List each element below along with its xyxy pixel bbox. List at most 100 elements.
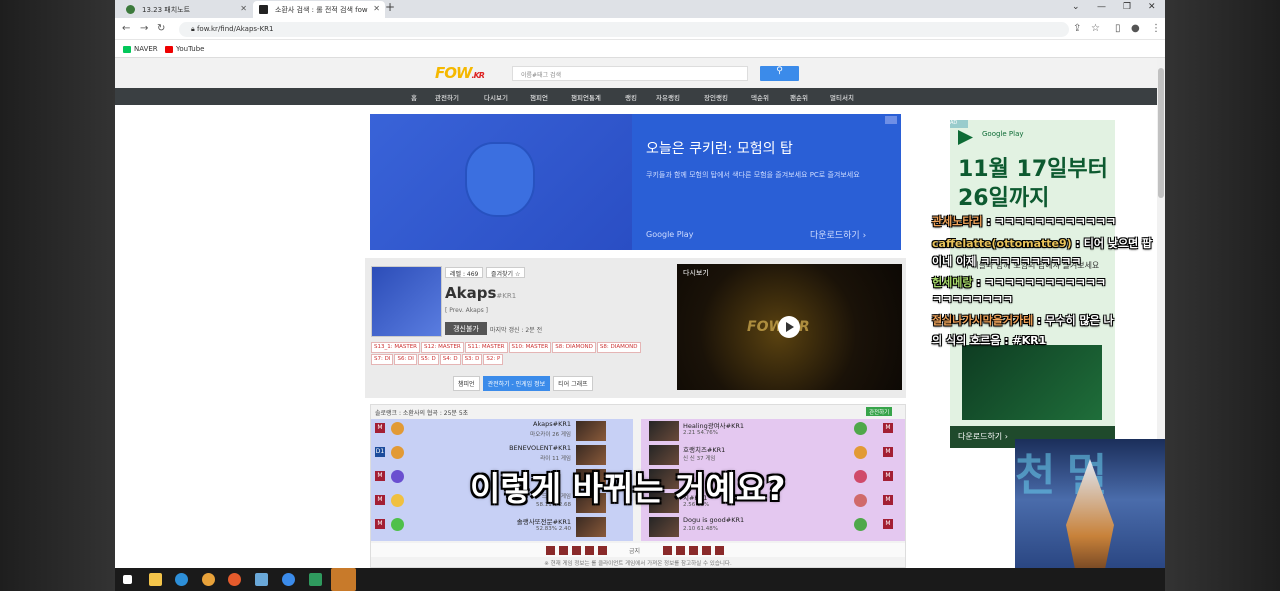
menu-master-ranking[interactable]: 장인랭킹 (704, 92, 728, 102)
tab-fow-search[interactable]: 소환사 검색 : 롤 전적 검색 fow ✕ (253, 1, 385, 18)
bookmark-star-icon[interactable]: ☆ (1091, 23, 1100, 34)
summoner-profile: 레벨 : 469 즐겨찾기 ☆ Akaps#KR1 [ Prev. Akaps … (365, 258, 906, 398)
youtube-icon (165, 45, 173, 53)
ban-champion-icon (585, 546, 594, 555)
share-icon[interactable]: ⇪ (1073, 23, 1081, 34)
menu-champions[interactable]: 챔피언 (530, 92, 548, 102)
player-row[interactable]: M Akaps#KR1 마오카이 26 게임 (371, 419, 633, 443)
menu-multisearch[interactable]: 멀티서치 (830, 92, 854, 102)
sidebar-icon[interactable]: ▯ (1115, 23, 1121, 34)
minimize-icon[interactable]: — (1097, 2, 1106, 12)
forward-icon[interactable]: → (140, 23, 148, 34)
ad-close-icon[interactable]: AD (950, 120, 968, 128)
menu-kebab-icon[interactable]: ⋮ (1151, 23, 1161, 34)
menu-champion-stats[interactable]: 챔피언통계 (571, 92, 601, 102)
file-explorer-icon[interactable] (149, 573, 162, 586)
player-stat: 라이 11 게임 (540, 456, 571, 462)
last-update: 마지막 갱신 : 2분 전 (490, 327, 543, 334)
champion-icon (854, 470, 867, 483)
tab-search-icon[interactable]: ⌄ (1072, 2, 1080, 12)
scrollbar-thumb[interactable] (1158, 68, 1164, 198)
new-tab-icon[interactable]: + (385, 0, 395, 14)
rank-badge: M (375, 471, 385, 481)
rank-badge: D1 (375, 447, 385, 457)
champion-icon (391, 470, 404, 483)
champion-icon (391, 422, 404, 435)
edge-icon[interactable] (175, 573, 188, 586)
season-tier: S5: D (417, 354, 439, 365)
rank-badge: M (883, 519, 893, 529)
screen: 13.23 패치노트 ✕ 소환사 검색 : 롤 전적 검색 fow ✕ + ⌄ … (0, 0, 1280, 591)
bookmark-youtube[interactable]: YouTube (165, 45, 204, 53)
url-field[interactable]: 🔒︎ fow.kr/find/Akaps-KR1 (179, 22, 1069, 37)
profile-icon[interactable]: ● (1131, 23, 1140, 34)
close-tab-icon[interactable]: ✕ (240, 4, 247, 13)
ban-row: 금지 (371, 543, 905, 557)
restore-icon[interactable]: ❐ (1123, 2, 1131, 12)
tab-patch-notes[interactable]: 13.23 패치노트 ✕ (120, 1, 252, 18)
menu-fan-ranking[interactable]: 팬순위 (790, 92, 808, 102)
chrome-icon[interactable] (202, 573, 215, 586)
search-button[interactable]: ⚲ (760, 66, 799, 81)
ad-choices-icon[interactable] (885, 116, 897, 124)
ban-champion-icon (715, 546, 724, 555)
firefox-icon[interactable] (228, 573, 241, 586)
tab-tier-graph[interactable]: 티어 그래프 (553, 376, 593, 391)
champion-portrait (649, 517, 679, 537)
champion-icon (391, 518, 404, 531)
player-name: Akaps#KR1 (533, 420, 571, 428)
ban-champion-icon (572, 546, 581, 555)
close-window-icon[interactable]: ✕ (1148, 2, 1156, 12)
top-banner-ad[interactable]: 오늘은 쿠키런: 모험의 탑 쿠키들과 함께 모험의 탑에서 색다른 모험을 즐… (370, 114, 901, 250)
season-tier: S11: MASTER (464, 342, 508, 353)
ban-champion-icon (676, 546, 685, 555)
site-logo[interactable]: FOW.KR (435, 64, 485, 82)
player-row[interactable]: M 솔랭사또전문#KR1 52.83% 2.40 (371, 515, 633, 539)
favorite-button[interactable]: 즐겨찾기 ☆ (486, 267, 526, 278)
season-tier: S3: D (461, 354, 483, 365)
season-tier: S13_1: MASTER (371, 342, 420, 353)
game-header: 솔로랭크 : 소환사의 협곡 : 25분 5초 (375, 410, 469, 417)
menu-home[interactable]: 홈 (411, 92, 417, 102)
menu-flex-ranking[interactable]: 자유랭킹 (656, 92, 680, 102)
tab-champions[interactable]: 챔피언 (453, 376, 480, 391)
app-icon[interactable] (255, 573, 268, 586)
summoner-search-input[interactable]: 이름#태그 검색 (512, 66, 748, 81)
back-icon[interactable]: ← (122, 23, 130, 34)
tab-bar: 13.23 패치노트 ✕ 소환사 검색 : 롤 전적 검색 fow ✕ + ⌄ … (115, 0, 1165, 18)
app-icon[interactable] (309, 573, 322, 586)
video-label: 다시보기 (683, 269, 709, 277)
player-row[interactable]: Healing광여사#KR1 2.21 54.76% M (641, 419, 905, 443)
play-icon[interactable] (778, 316, 800, 338)
menu-ranking[interactable]: 랭킹 (625, 92, 637, 102)
rank-badge: M (375, 495, 385, 505)
reload-icon[interactable]: ↻ (157, 23, 165, 34)
player-name: 호랭치즈#KR1 (683, 446, 726, 454)
menu-spectate[interactable]: 관전하기 (435, 92, 459, 102)
bookmark-naver[interactable]: NAVER (123, 45, 158, 53)
ban-champion-icon (702, 546, 711, 555)
spectate-button[interactable]: 관전하기 (866, 407, 893, 416)
renew-button[interactable]: 갱신불가 (445, 322, 487, 335)
tab-spectate-ingame[interactable]: 관전하기 - 인게임 정보 (482, 376, 551, 391)
menu-deck-ranking[interactable]: 덱순위 (751, 92, 769, 102)
season-tier: S12: MASTER (421, 342, 464, 353)
league-client-icon[interactable] (331, 568, 356, 591)
main-menu: 홈 관전하기 다시보기 챔피언 챔피언통계 랭킹 자유랭킹 장인랭킹 덱순위 팬… (115, 88, 1157, 105)
rank-badge: M (883, 471, 893, 481)
ad-download-link[interactable]: 다운로드하기 › (810, 228, 866, 241)
start-icon[interactable] (123, 575, 132, 584)
site-favicon-icon (126, 5, 135, 14)
season-tier: S6: DI (394, 354, 417, 365)
chat-app-icon[interactable] (282, 573, 295, 586)
season-tier: S2: P (483, 354, 504, 365)
replay-video[interactable]: 다시보기 FOW.KR (677, 264, 902, 390)
address-bar: ← → ↻ 🔒︎ fow.kr/find/Akaps-KR1 ⇪ ☆ ▯ ● ⋮ (115, 18, 1165, 40)
site-header: FOW.KR 이름#태그 검색 ⚲ (115, 58, 1157, 88)
menu-replay[interactable]: 다시보기 (484, 92, 508, 102)
player-name: BENEVOLENT#KR1 (509, 444, 571, 452)
close-tab-icon[interactable]: ✕ (373, 4, 380, 13)
player-row[interactable]: Dogu is good#KR1 2.10 61.48% M (641, 515, 905, 539)
champion-icon (854, 446, 867, 459)
season-tiers: S13_1: MASTER S12: MASTER S11: MASTER S10: … (371, 342, 661, 366)
